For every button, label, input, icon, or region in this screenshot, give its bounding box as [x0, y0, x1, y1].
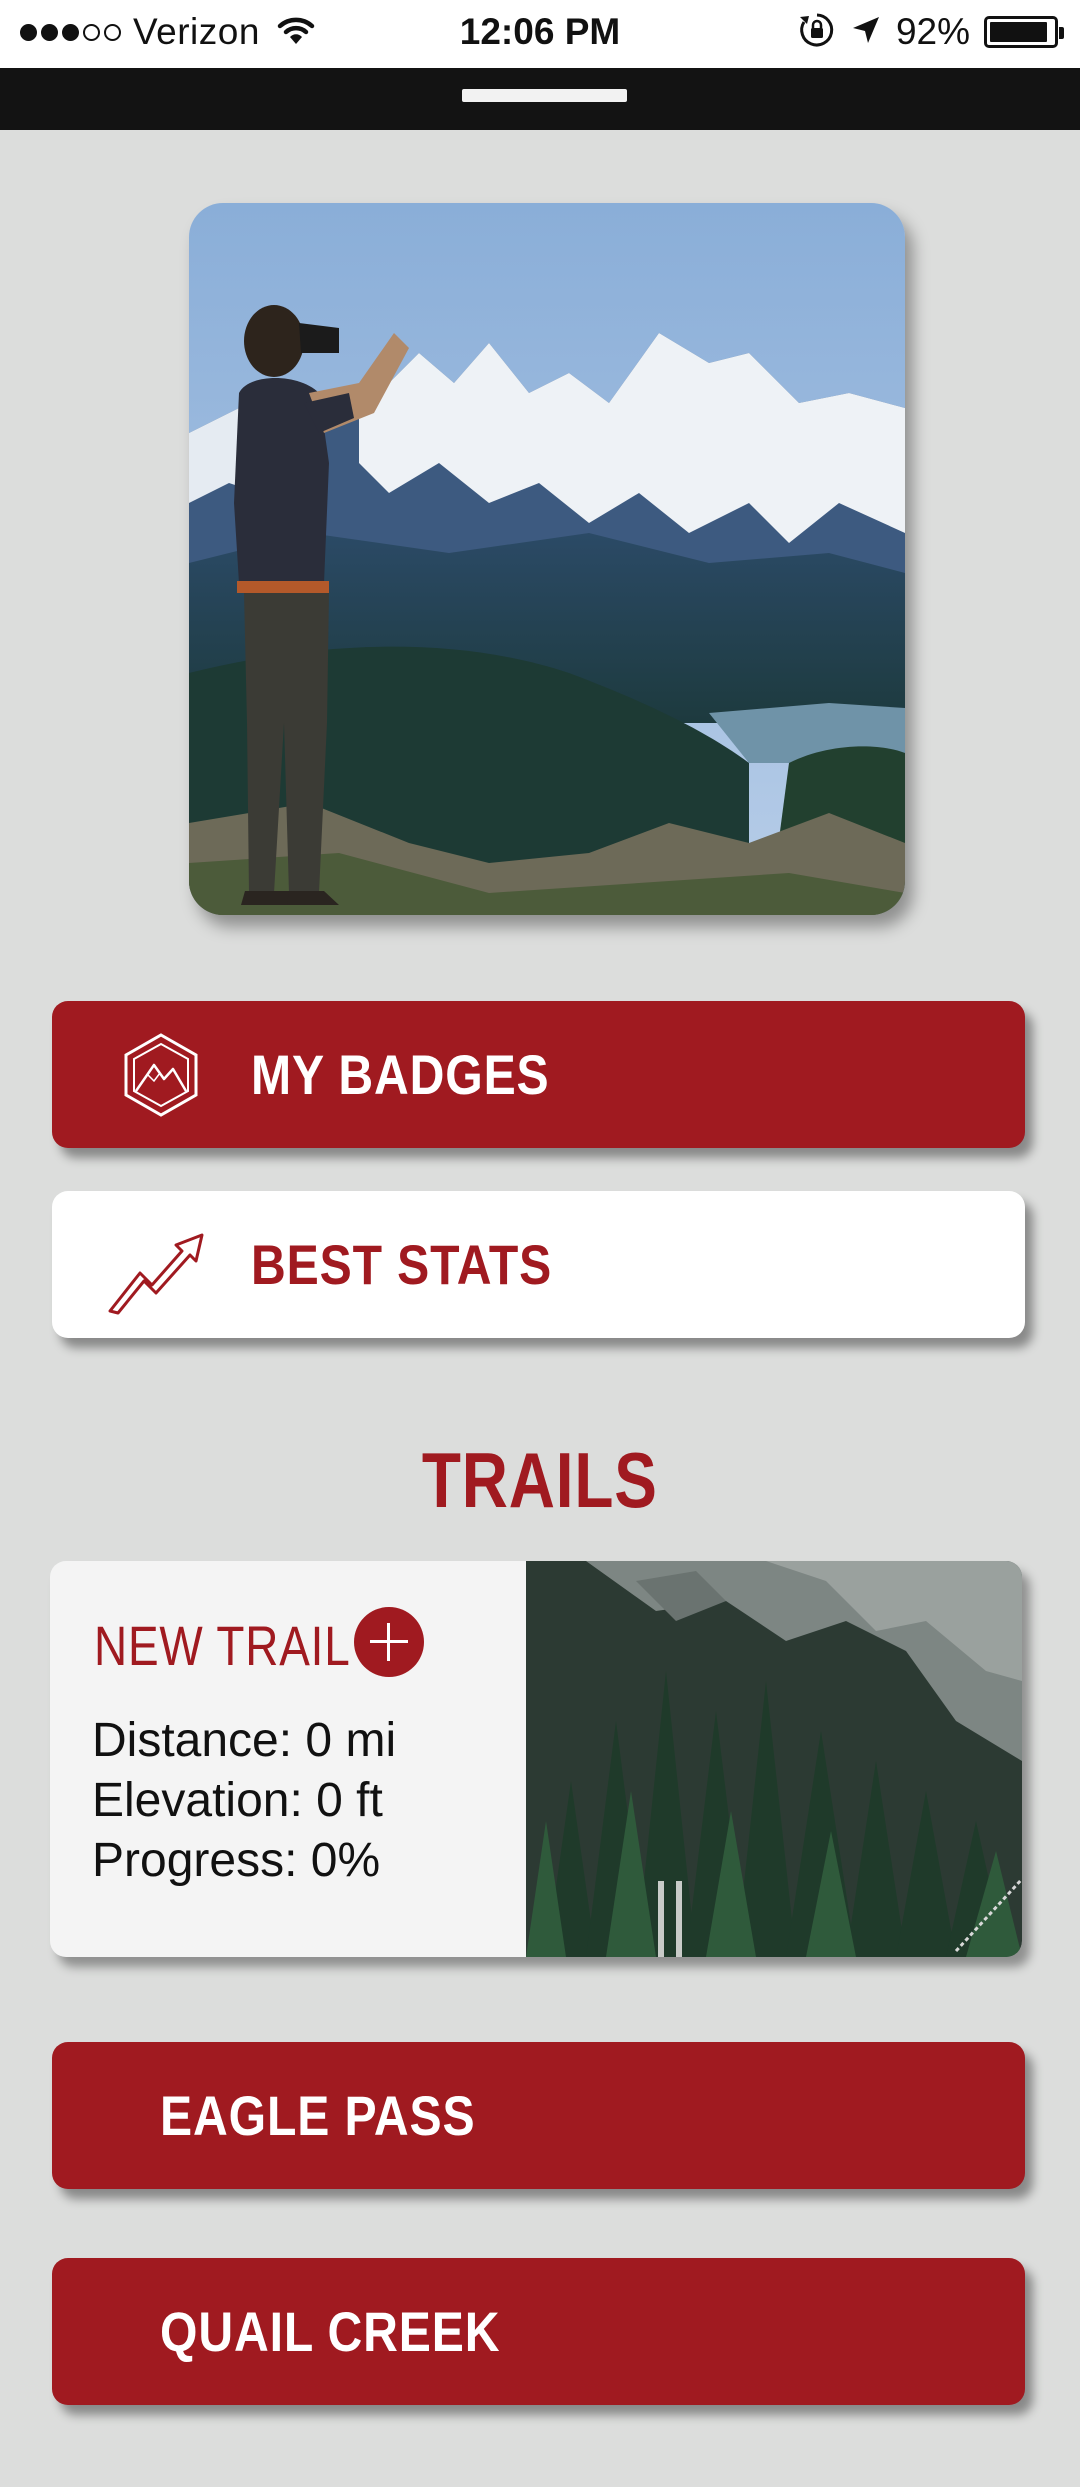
trails-heading: TRAILS [0, 1435, 1080, 1526]
trail-item-quail-creek[interactable]: QUAIL CREEK [52, 2258, 1025, 2405]
new-trail-card[interactable]: NEW TRAIL Distance: 0 mi Elevation: 0 ft… [50, 1561, 1022, 1957]
battery-icon [984, 16, 1064, 48]
battery-fill [990, 22, 1048, 42]
profile-photo [189, 203, 905, 915]
trail-photo [526, 1561, 1022, 1957]
status-right: 92% [798, 10, 1064, 54]
orientation-lock-icon [798, 11, 836, 54]
trail-progress: Progress: 0% [92, 1834, 381, 1887]
trail-item-eagle-pass[interactable]: EAGLE PASS [52, 2042, 1025, 2189]
trend-arrow-icon [108, 1219, 206, 1315]
drag-handle[interactable] [462, 89, 627, 102]
best-stats-label: BEST STATS [251, 1233, 553, 1296]
trail-item-label: EAGLE PASS [160, 2084, 476, 2147]
top-bar [0, 68, 1080, 130]
trail-elevation: Elevation: 0 ft [92, 1774, 383, 1827]
new-trail-info: NEW TRAIL Distance: 0 mi Elevation: 0 ft… [50, 1561, 526, 1957]
battery-percent: 92% [895, 11, 970, 52]
my-badges-button[interactable]: MY BADGES [52, 1001, 1025, 1148]
plus-circle-icon[interactable] [354, 1607, 424, 1677]
trail-item-label: QUAIL CREEK [160, 2300, 501, 2363]
best-stats-button[interactable]: BEST STATS [52, 1191, 1025, 1338]
location-arrow-icon [850, 14, 882, 51]
status-bar: Verizon 12:06 PM 92% [0, 0, 1080, 68]
mountain-badge-icon [116, 1029, 206, 1119]
my-badges-label: MY BADGES [251, 1043, 550, 1106]
new-trail-title: NEW TRAIL [94, 1614, 351, 1677]
trails-heading-text: TRAILS [422, 1436, 658, 1524]
trail-distance: Distance: 0 mi [92, 1714, 397, 1767]
